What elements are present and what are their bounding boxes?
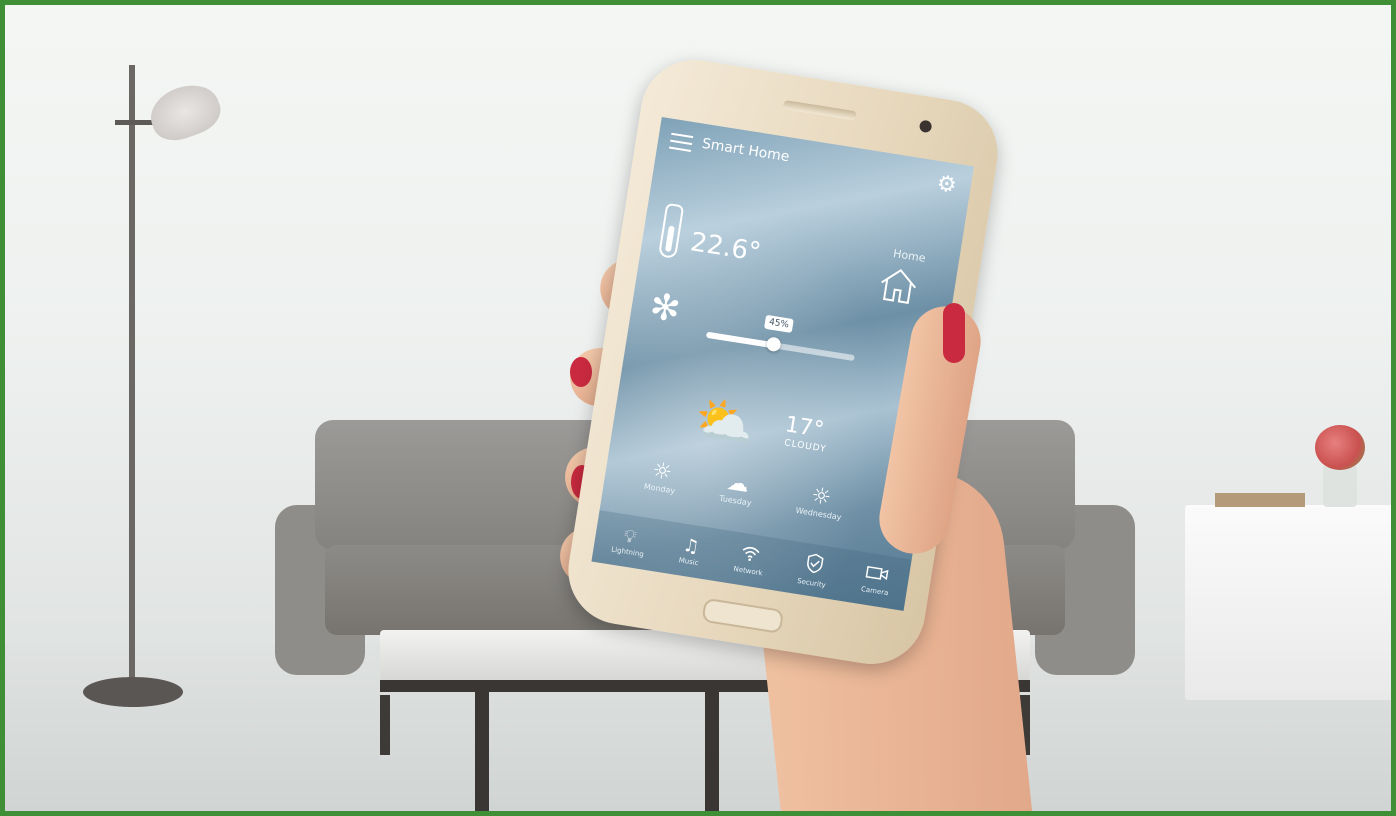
forecast-day-label: Monday [643, 481, 676, 496]
home-label: Home [892, 247, 927, 265]
fingernail [570, 357, 592, 387]
wifi-icon [739, 544, 762, 569]
lamp-arm [115, 120, 155, 125]
rain-cloud-icon: ☁ [725, 469, 751, 499]
book [1215, 493, 1305, 507]
vase [1323, 465, 1357, 507]
forecast-day: ☁ Tuesday [719, 469, 756, 508]
slider-value: 45% [763, 314, 794, 333]
flower-icon [1315, 425, 1365, 470]
house-icon[interactable] [875, 263, 921, 311]
photo-frame: Smart Home ⚙ 22.6° Home ✻ 45% ⛅ 17° CLOU… [0, 0, 1396, 816]
sun-icon: ☼ [809, 483, 833, 512]
sun-icon: ☼ [650, 458, 674, 486]
nav-label: Lightning [610, 545, 645, 559]
nav-label: Security [796, 576, 827, 590]
floor-lamp [129, 65, 135, 685]
slider-fill [705, 331, 774, 349]
nav-camera[interactable]: Camera [860, 563, 892, 597]
shield-check-icon [803, 552, 825, 580]
table-leg [475, 690, 489, 811]
fan-speed-slider[interactable]: 45% [705, 314, 855, 362]
indoor-temperature: 22.6° [688, 227, 763, 268]
lightbulb-icon: 💡︎ [622, 525, 638, 549]
lamp-shade [143, 76, 227, 148]
gear-icon[interactable]: ⚙ [935, 171, 958, 199]
side-cabinet [1185, 505, 1391, 700]
sofa-leg [380, 695, 390, 755]
forecast-day: ☼ Wednesday [795, 481, 846, 522]
app-title: Smart Home [700, 135, 791, 166]
hamburger-menu-icon[interactable] [668, 132, 694, 152]
nav-lightning[interactable]: 💡︎ Lightning [610, 524, 648, 559]
lamp-base [83, 677, 183, 707]
thumbnail-nail [943, 303, 965, 363]
fan-icon[interactable]: ✻ [647, 286, 683, 331]
forecast-row: ☼ Monday ☁ Tuesday ☼ Wednesday [643, 457, 846, 522]
table-leg [705, 690, 719, 811]
nav-music[interactable]: ♫ Music [678, 534, 702, 567]
nav-label: Music [678, 556, 700, 568]
slider-knob[interactable] [765, 336, 782, 353]
partly-cloudy-icon: ⛅ [690, 389, 759, 454]
music-note-icon: ♫ [681, 534, 701, 559]
thermometer-icon [658, 202, 685, 259]
nav-network[interactable]: Network [733, 543, 767, 577]
nav-security[interactable]: Security [797, 551, 831, 589]
forecast-day: ☼ Monday [643, 457, 680, 496]
